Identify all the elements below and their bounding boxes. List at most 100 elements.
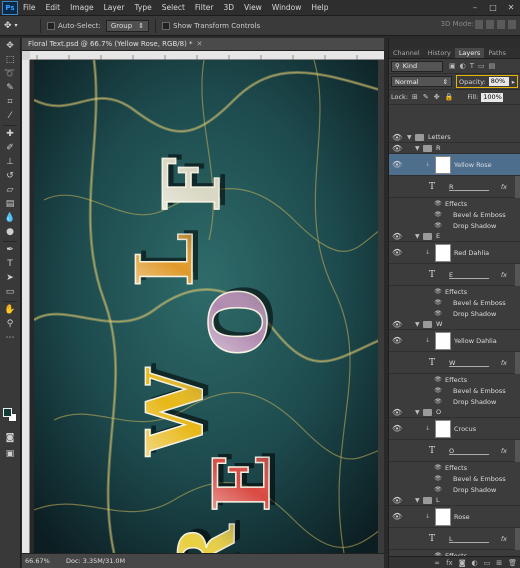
move-tool-icon[interactable]: ✥	[3, 40, 17, 52]
effect-item[interactable]: 👁 Effects	[389, 374, 520, 385]
visibility-eye-icon[interactable]: 👁	[392, 424, 402, 433]
clone-stamp-tool-icon[interactable]: ⊥	[3, 156, 17, 168]
scroll-knob[interactable]	[515, 263, 520, 286]
layer-group[interactable]: 👁 ▼ O	[389, 407, 520, 418]
expand-arrow-icon[interactable]: ▼	[407, 134, 412, 141]
effect-item[interactable]: 👁 Drop Shadow	[389, 484, 520, 495]
shape-tool-icon[interactable]: ▭	[3, 286, 17, 298]
scroll-knob[interactable]	[515, 351, 520, 374]
visibility-eye-icon[interactable]: 👁	[392, 496, 402, 505]
text-layer-item[interactable]: T Lfx	[389, 527, 520, 550]
effect-visibility-icon[interactable]: 👁	[433, 200, 443, 207]
vertical-ruler[interactable]	[22, 60, 30, 553]
effect-item[interactable]: 👁 Bevel & Emboss	[389, 209, 520, 220]
horizontal-ruler[interactable]	[30, 51, 384, 60]
effect-visibility-icon[interactable]: 👁	[433, 464, 443, 471]
effect-visibility-icon[interactable]: 👁	[433, 310, 443, 317]
visibility-eye-icon[interactable]: 👁	[392, 512, 402, 521]
artwork-canvas[interactable]: FFF LLLOOOWWWEEE RRR	[34, 60, 380, 553]
effect-visibility-icon[interactable]: 👁	[433, 387, 443, 394]
ruler-origin[interactable]	[22, 51, 30, 60]
type-tool-icon[interactable]: T	[3, 258, 17, 270]
show-transform-checkbox[interactable]	[162, 21, 171, 30]
menu-layer[interactable]: Layer	[99, 3, 130, 12]
layer-group[interactable]: 👁 ▼ L	[389, 495, 520, 506]
document-tab[interactable]: Floral Text.psd @ 66.7% (Yellow Rose, RG…	[22, 38, 384, 51]
effect-item[interactable]: 👁 Effects	[389, 462, 520, 473]
layer-group[interactable]: 👁 ▼ R	[389, 143, 520, 154]
quick-select-tool-icon[interactable]: ✎	[3, 82, 17, 94]
visibility-eye-icon[interactable]: 👁	[392, 144, 402, 153]
fx-icon[interactable]: fx	[446, 559, 453, 567]
effect-visibility-icon[interactable]: 👁	[433, 376, 443, 383]
menu-edit[interactable]: Edit	[41, 3, 66, 12]
gradient-tool-icon[interactable]: ▤	[3, 198, 17, 210]
close-document-icon[interactable]: ✕	[197, 40, 203, 48]
lock-transparent-icon[interactable]: ⊞	[412, 93, 418, 101]
tab-channels[interactable]: Channel	[389, 48, 424, 58]
effect-visibility-icon[interactable]: 👁	[433, 222, 443, 229]
fx-badge-icon[interactable]: fx	[501, 535, 507, 543]
expand-arrow-icon[interactable]: ▼	[415, 409, 420, 416]
fx-badge-icon[interactable]: fx	[501, 447, 507, 455]
menu-select[interactable]: Select	[157, 3, 190, 12]
lock-paint-icon[interactable]: ✎	[423, 93, 429, 101]
effect-item[interactable]: 👁 Bevel & Emboss	[389, 473, 520, 484]
brush-tool-icon[interactable]: ✐	[3, 142, 17, 154]
scroll-knob[interactable]	[515, 439, 520, 462]
layer-group[interactable]: 👁 ▼ E	[389, 231, 520, 242]
layer-group[interactable]: 👁 ▼ W	[389, 319, 520, 330]
effect-visibility-icon[interactable]: 👁	[433, 211, 443, 218]
layer-item[interactable]: 👁 ↓ Rose	[389, 506, 520, 528]
effect-visibility-icon[interactable]: 👁	[433, 486, 443, 493]
scroll-knob[interactable]	[515, 527, 520, 550]
adjustment-icon[interactable]: ◐	[472, 559, 478, 567]
effect-item[interactable]: 👁 Drop Shadow	[389, 220, 520, 231]
effect-item[interactable]: 👁 Drop Shadow	[389, 308, 520, 319]
chevron-down-icon[interactable]: ▸	[512, 78, 515, 86]
kind-filter-dropdown[interactable]: ⚲ Kind	[391, 60, 443, 72]
zoom-level[interactable]: 66.67%	[22, 557, 56, 565]
filter-shape-icon[interactable]: ▭	[478, 62, 485, 70]
layer-group[interactable]: 👁 ▼ Letters	[389, 132, 520, 143]
pen-tool-icon[interactable]: ✒	[3, 244, 17, 256]
history-brush-tool-icon[interactable]: ↺	[3, 170, 17, 182]
filter-adjust-icon[interactable]: ◐	[460, 62, 466, 70]
layer-item[interactable]: 👁 ↓ Red Dahlia	[389, 242, 520, 264]
effect-item[interactable]: 👁 Effects	[389, 286, 520, 297]
zoom-tool-icon[interactable]: ⚲	[3, 318, 17, 330]
effect-item[interactable]: 👁 Bevel & Emboss	[389, 385, 520, 396]
visibility-eye-icon[interactable]: 👁	[392, 336, 402, 345]
lock-position-icon[interactable]: ✥	[434, 93, 440, 101]
menu-window[interactable]: Window	[267, 3, 307, 12]
new-group-icon[interactable]: ▭	[484, 559, 491, 567]
more-tools-icon[interactable]: ⋯	[3, 332, 17, 344]
document-info[interactable]: Doc: 3.35M/31.0M	[56, 557, 125, 565]
tool-preset-picker[interactable]: ✥ ▾	[4, 18, 34, 34]
scroll-knob[interactable]	[515, 175, 520, 198]
text-layer-item[interactable]: T Ofx	[389, 439, 520, 462]
menu-type[interactable]: Type	[130, 3, 157, 12]
visibility-eye-icon[interactable]: 👁	[392, 160, 402, 169]
minimize-button[interactable]: –	[468, 2, 482, 13]
new-layer-icon[interactable]: ⊞	[496, 559, 502, 567]
maximize-button[interactable]: □	[486, 2, 500, 13]
opacity-input[interactable]: 80%	[488, 77, 509, 86]
visibility-eye-icon[interactable]: 👁	[392, 408, 402, 417]
layer-item[interactable]: 👁 ↓ Crocus	[389, 418, 520, 440]
quick-mask-icon[interactable]: ◙	[3, 432, 17, 444]
fill-input[interactable]: 100%	[481, 92, 504, 102]
eyedropper-tool-icon[interactable]: ⁄	[3, 110, 17, 122]
menu-view[interactable]: View	[239, 3, 267, 12]
crop-tool-icon[interactable]: ⌗	[3, 96, 17, 108]
auto-select-dropdown[interactable]: Group ⇕	[105, 19, 150, 32]
lasso-tool-icon[interactable]: ➰	[3, 68, 17, 80]
visibility-eye-icon[interactable]: 👁	[392, 232, 402, 241]
effect-visibility-icon[interactable]: 👁	[433, 299, 443, 306]
visibility-eye-icon[interactable]: 👁	[392, 133, 402, 142]
filter-smart-icon[interactable]: ▤	[489, 62, 496, 70]
3d-slide-icon[interactable]	[508, 20, 516, 29]
lock-all-icon[interactable]: 🔒	[445, 93, 454, 101]
marquee-tool-icon[interactable]: ⬚	[3, 54, 17, 66]
menu-file[interactable]: File	[18, 3, 41, 12]
